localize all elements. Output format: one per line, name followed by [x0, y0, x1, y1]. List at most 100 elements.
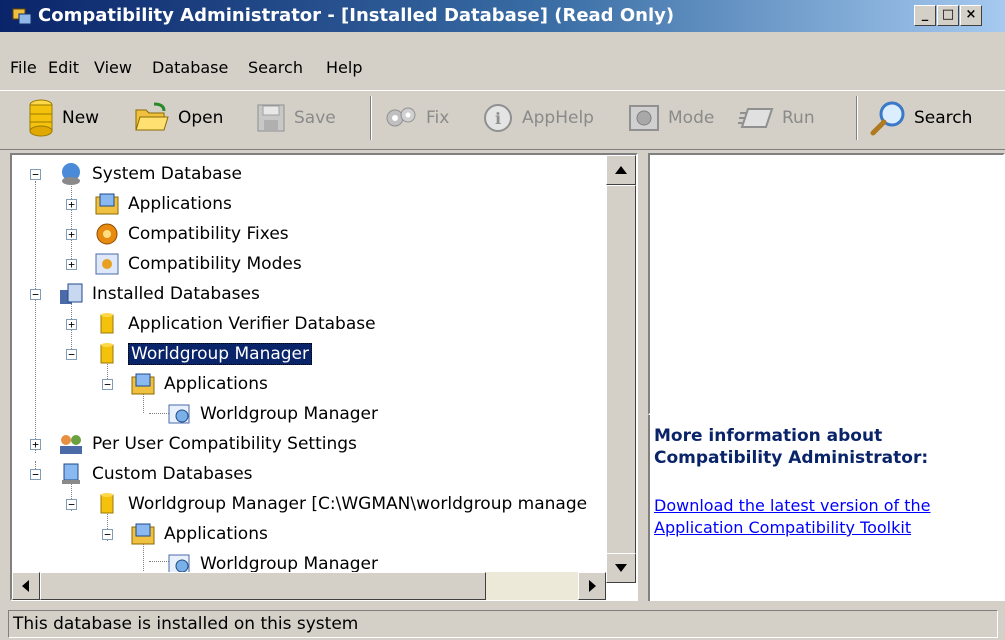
collapse-toggle[interactable]: −	[30, 169, 41, 180]
window-title: Compatibility Administrator - [Installed…	[38, 5, 675, 26]
tree-item-label: Worldgroup Manager	[200, 554, 379, 574]
fix-button[interactable]: Fix	[384, 98, 449, 138]
new-button[interactable]: New	[28, 98, 99, 138]
compatibility-modes-icon	[95, 253, 119, 275]
tree-item-label: Per User Compatibility Settings	[92, 434, 357, 454]
tree-item-applications[interactable]: Applications	[130, 371, 268, 397]
tree-item-label: Applications	[164, 374, 268, 394]
expand-toggle[interactable]: +	[66, 319, 77, 330]
tree-item-custom-databases[interactable]: Custom Databases	[58, 461, 253, 487]
search-icon	[870, 101, 905, 136]
tree-item-worldgroup-manager-app[interactable]: Worldgroup Manager	[166, 401, 378, 427]
database-icon	[100, 343, 114, 364]
tree-item-label: Worldgroup Manager	[128, 343, 313, 365]
collapse-toggle[interactable]: −	[30, 469, 41, 480]
tree-item-compatibility-modes[interactable]: Compatibility Modes	[94, 251, 302, 277]
tree-item-application-verifier-database[interactable]: Application Verifier Database	[94, 311, 376, 337]
tree-item-worldgroup-manager-selected[interactable]: Worldgroup Manager	[94, 341, 313, 367]
menu-edit[interactable]: Edit	[48, 58, 79, 77]
arrow-right-icon	[589, 580, 596, 592]
minimize-button[interactable]: _	[914, 5, 936, 26]
menu-database[interactable]: Database	[152, 58, 228, 77]
save-icon	[257, 104, 285, 132]
close-button[interactable]: ×	[960, 5, 982, 26]
scroll-right-button[interactable]	[578, 572, 606, 600]
tree-item-label: Custom Databases	[92, 464, 253, 484]
collapse-toggle[interactable]: −	[66, 499, 77, 510]
new-label: New	[62, 108, 100, 128]
run-button[interactable]: Run	[738, 98, 815, 138]
expand-toggle[interactable]: +	[66, 199, 77, 210]
custom-databases-icon	[62, 463, 80, 484]
menu-file[interactable]: File	[10, 58, 37, 77]
collapse-toggle[interactable]: −	[102, 529, 113, 540]
tree-item-compatibility-fixes[interactable]: Compatibility Fixes	[94, 221, 289, 247]
save-button[interactable]: Save	[256, 98, 336, 138]
menu-search[interactable]: Search	[248, 58, 303, 77]
tree-item-system-database[interactable]: System Database	[58, 161, 242, 187]
scroll-down-button[interactable]	[606, 553, 636, 583]
run-icon	[738, 108, 774, 128]
database-new-icon	[29, 99, 53, 137]
tree-item-worldgroup-manager-custom[interactable]: Worldgroup Manager [C:\WGMAN\worldgroup …	[94, 491, 587, 517]
tree-item-label: Installed Databases	[92, 284, 260, 304]
tree-horizontal-scrollbar[interactable]	[12, 572, 606, 600]
tree-item-label: Worldgroup Manager	[200, 404, 379, 424]
tree-item-label: Applications	[128, 194, 232, 214]
link-line: Download the latest version of the	[654, 496, 931, 515]
applications-folder-icon	[131, 523, 155, 545]
applications-folder-icon	[95, 193, 119, 215]
info-icon: i	[484, 104, 512, 132]
mode-button[interactable]: Mode	[628, 98, 714, 138]
menu-help[interactable]: Help	[326, 58, 362, 77]
applications-folder-icon	[131, 373, 155, 395]
database-tree[interactable]: − System Database + Applications + Compa…	[10, 153, 638, 601]
menu-view[interactable]: View	[94, 58, 132, 77]
info-title-line: Compatibility Administrator:	[654, 448, 929, 468]
open-button[interactable]: Open	[134, 98, 223, 138]
fix-icon	[386, 107, 416, 127]
collapse-toggle[interactable]: −	[66, 349, 77, 360]
tree-item-label: Applications	[164, 524, 268, 544]
expand-toggle[interactable]: +	[66, 229, 77, 240]
tree-connector	[71, 181, 72, 269]
users-icon	[60, 435, 82, 454]
link-line: Application Compatibility Toolkit	[654, 518, 912, 537]
tree-item-label: Compatibility Modes	[128, 254, 302, 274]
scroll-thumb[interactable]	[606, 185, 636, 555]
toolbar-separator	[370, 96, 372, 140]
tree-item-applications[interactable]: Applications	[94, 191, 232, 217]
fix-label: Fix	[426, 108, 450, 128]
scroll-up-button[interactable]	[606, 155, 636, 185]
expand-toggle[interactable]: +	[66, 259, 77, 270]
tree-item-installed-databases[interactable]: Installed Databases	[58, 281, 260, 307]
toolbar-separator	[856, 96, 858, 140]
save-label: Save	[294, 108, 336, 128]
tree-item-applications[interactable]: Applications	[130, 521, 268, 547]
search-button[interactable]: Search	[870, 98, 972, 138]
app-icon	[12, 8, 32, 25]
arrow-down-icon	[615, 564, 627, 572]
tree-item-label: Worldgroup Manager [C:\WGMAN\worldgroup …	[128, 494, 588, 514]
info-title-line: More information about	[654, 426, 883, 446]
collapse-toggle[interactable]: −	[102, 379, 113, 390]
open-label: Open	[178, 108, 224, 128]
scroll-thumb[interactable]	[40, 572, 486, 600]
system-database-icon	[62, 163, 80, 185]
apphelp-button[interactable]: i AppHelp	[482, 98, 594, 138]
expand-toggle[interactable]: +	[30, 439, 41, 450]
scroll-left-button[interactable]	[12, 572, 40, 600]
arrow-left-icon	[22, 580, 29, 592]
search-label: Search	[914, 108, 973, 128]
download-toolkit-link[interactable]: Download the latest version of the Appli…	[654, 495, 930, 539]
info-title: More information about Compatibility Adm…	[654, 425, 928, 469]
database-icon	[100, 313, 114, 334]
collapse-toggle[interactable]: −	[30, 289, 41, 300]
title-bar: Compatibility Administrator - [Installed…	[0, 0, 1005, 32]
maximize-button[interactable]: □	[937, 5, 959, 26]
tree-vertical-scrollbar[interactable]	[606, 155, 636, 583]
status-text: This database is installed on this syste…	[8, 610, 998, 638]
arrow-up-icon	[615, 166, 627, 174]
tree-item-label: System Database	[92, 164, 242, 184]
tree-item-per-user-settings[interactable]: Per User Compatibility Settings	[58, 431, 357, 457]
